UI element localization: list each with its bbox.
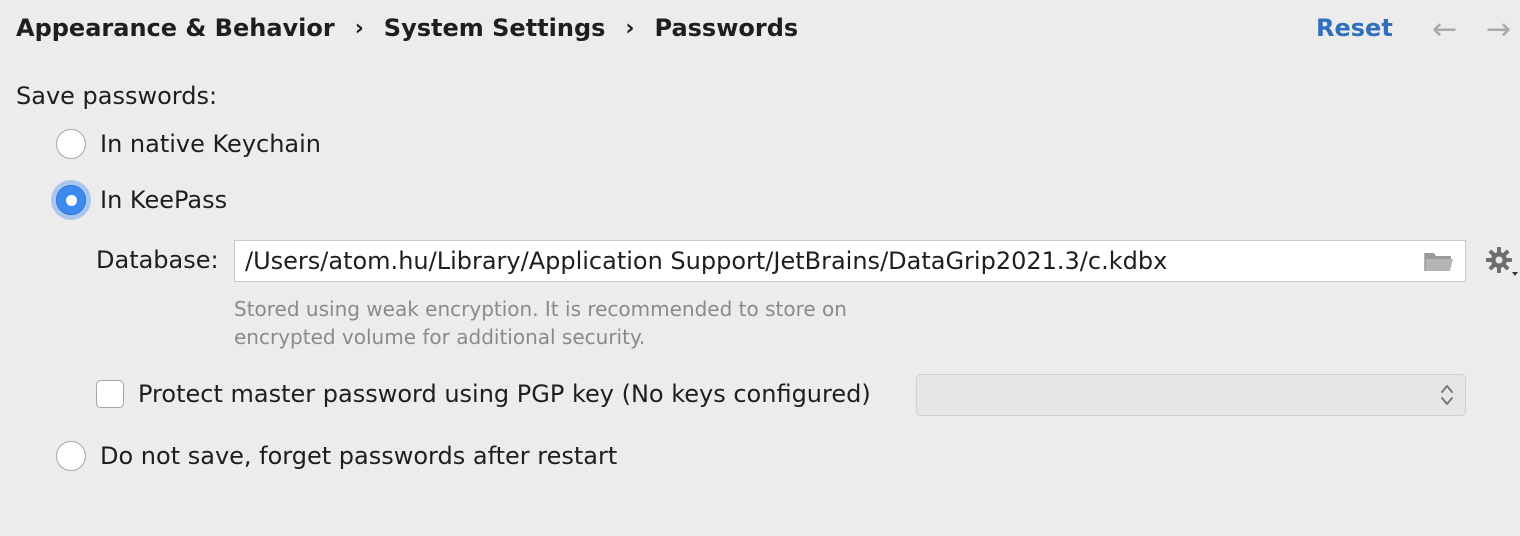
radio-button[interactable]: [56, 441, 86, 471]
pgp-key-select[interactable]: [916, 374, 1466, 416]
radio-button-selected[interactable]: [56, 185, 86, 215]
save-passwords-label: Save passwords:: [16, 82, 218, 110]
chevron-up-down-icon: [1441, 385, 1453, 405]
breadcrumb-separator: ›: [354, 15, 364, 41]
radio-do-not-save[interactable]: Do not save, forget passwords after rest…: [56, 441, 617, 471]
pgp-checkbox[interactable]: [96, 380, 124, 408]
radio-label: In KeePass: [100, 186, 228, 214]
encryption-hint: Stored using weak encryption. It is reco…: [234, 295, 934, 351]
folder-icon[interactable]: [1423, 249, 1455, 273]
radio-native-keychain[interactable]: In native Keychain: [56, 129, 321, 159]
reset-link[interactable]: Reset: [1316, 14, 1393, 42]
back-arrow-icon[interactable]: ←: [1432, 12, 1457, 48]
hint-line-1: Stored using weak encryption. It is reco…: [234, 297, 847, 321]
breadcrumb: Appearance & Behavior › System Settings …: [16, 14, 798, 42]
hint-line-2: encrypted volume for additional security…: [234, 325, 646, 349]
breadcrumb-system-settings[interactable]: System Settings: [384, 14, 606, 42]
breadcrumb-appearance-behavior[interactable]: Appearance & Behavior: [16, 14, 335, 42]
breadcrumb-separator: ›: [625, 15, 635, 41]
gear-icon[interactable]: [1484, 244, 1520, 280]
pgp-checkbox-label: Protect master password using PGP key (N…: [138, 380, 871, 408]
database-path-input[interactable]: [245, 247, 1405, 275]
database-label: Database:: [96, 246, 219, 274]
pgp-checkbox-row[interactable]: Protect master password using PGP key (N…: [96, 380, 871, 408]
breadcrumb-passwords: Passwords: [654, 14, 799, 42]
radio-keepass[interactable]: In KeePass: [56, 185, 227, 215]
radio-label: Do not save, forget passwords after rest…: [100, 442, 618, 470]
radio-button[interactable]: [56, 129, 86, 159]
forward-arrow-icon[interactable]: →: [1486, 12, 1511, 48]
database-path-field[interactable]: [234, 240, 1466, 282]
radio-label: In native Keychain: [100, 130, 322, 158]
